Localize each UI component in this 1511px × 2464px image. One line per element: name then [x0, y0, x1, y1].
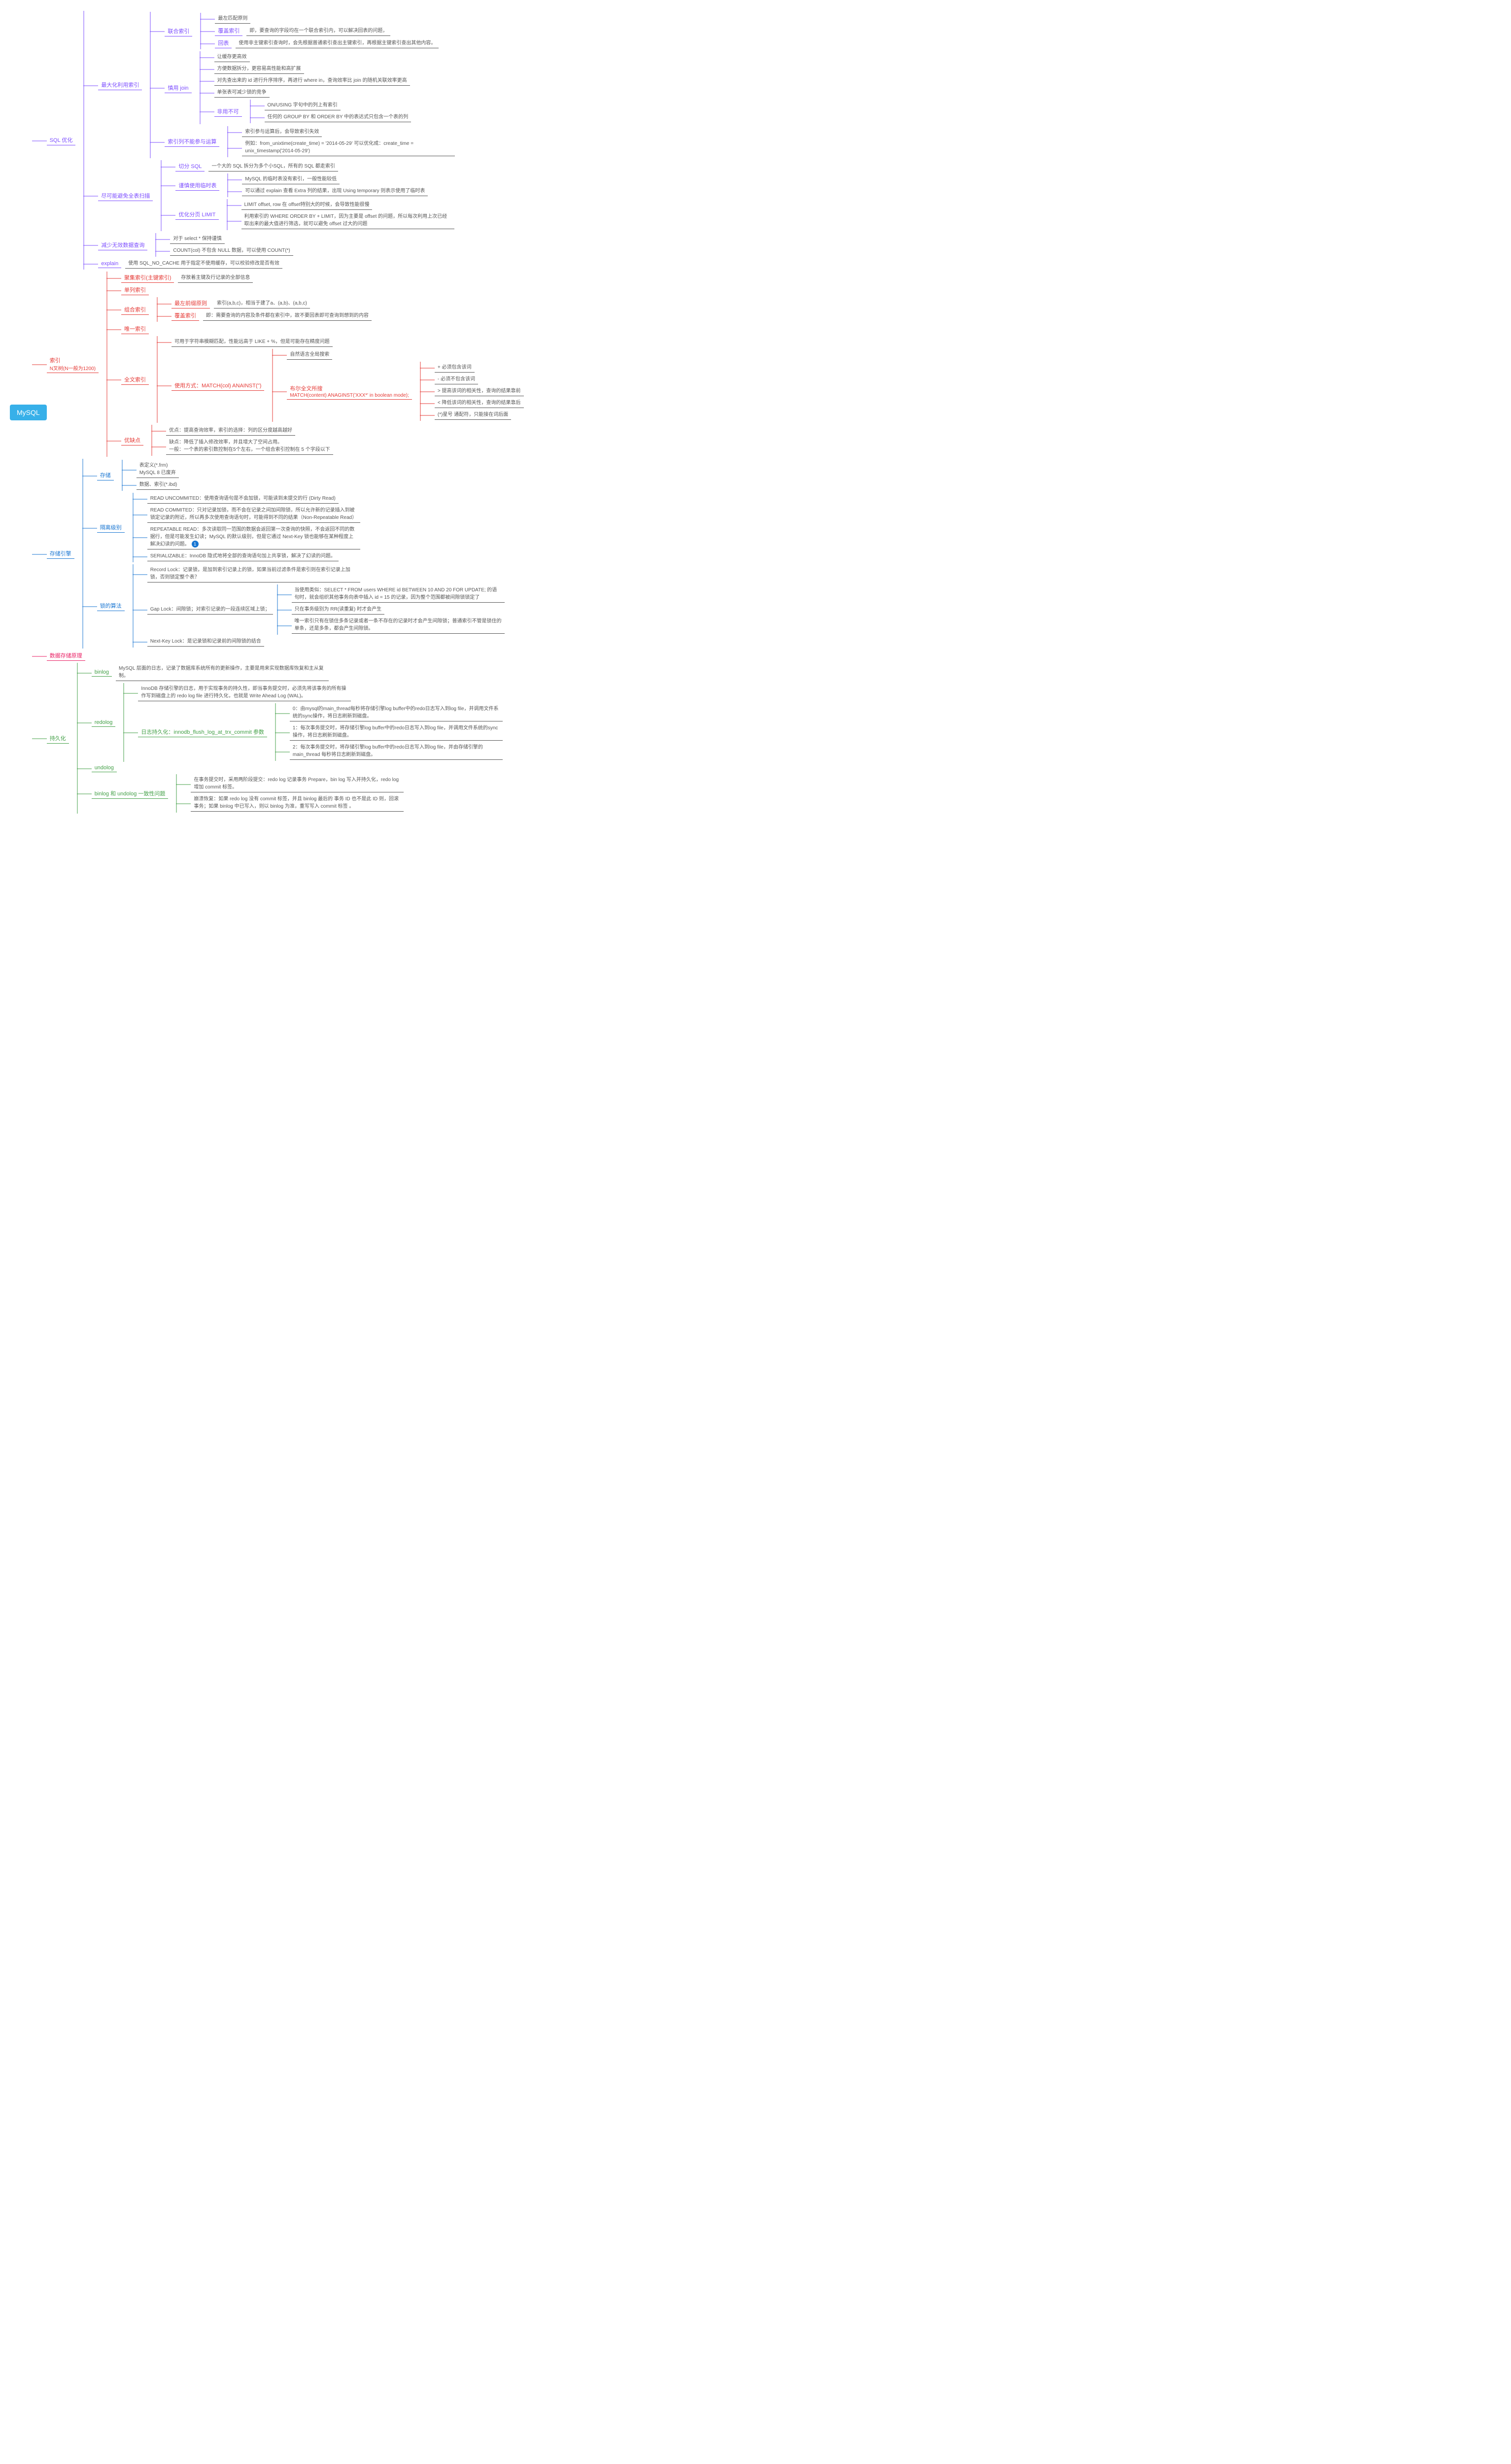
union-index-node[interactable]: 联合索引 [165, 26, 192, 36]
join-l4: 单张表可减少锁的竞争 [214, 88, 270, 98]
gap-l1: 当使用类似：SELECT * FROM users WHERE id BETWE… [292, 585, 505, 603]
data-storage-node[interactable]: 数据存储原理 [47, 650, 85, 661]
note-badge-icon[interactable]: 1 [192, 541, 199, 548]
redolog-node[interactable]: redolog [92, 719, 116, 727]
must-l1: ON/USING 字句中的列上有索引 [265, 101, 341, 110]
temp-table-node[interactable]: 谨慎使用临时表 [175, 180, 219, 191]
iso-rr: REPEATABLE READ：多次读取同一范围的数据会返回第一次查询的快照，不… [147, 525, 360, 549]
durability-branch: 持久化 binlog MySQL 层面的日志，记录了数据库系统所有的更新操作，主要… [47, 663, 524, 814]
lock-rec: Record Lock：记录锁，是加到索引记录上的锁，如果当前过滤条件是索引则在… [147, 565, 360, 582]
root-children: SQL 优化 最大化利用索引 联合索引 最左匹配原则 覆盖索引即，要查询的字段均… [47, 10, 524, 815]
explain-desc: 使用 SQL_NO_CACHE 用于指定不使用缓存，可以校验修改是否有效 [125, 259, 282, 269]
mindmap-root-container: MySQL SQL 优化 最大化利用索引 联合索引 最左匹配原则 [10, 10, 1501, 815]
clustered-index-node[interactable]: 聚集索引(主键索引) [121, 273, 174, 283]
ft-l1: 可用于字符串模糊匹配，性能远高于 LIKE + %，但是可能存在精度问题 [172, 337, 333, 347]
pros-l2: 缺点：降低了插入修改效率，并且增大了空间占用。一般：一个表的索引数控制在5个左右… [166, 438, 333, 455]
index-branch: 索引N叉树(N一般为1200) 聚集索引(主键索引) 存放着主键及行记录的全部信息… [47, 272, 524, 457]
root-node[interactable]: MySQL [10, 405, 47, 420]
gap-lock-node[interactable]: Gap Lock：间隙锁；对索引记录的一段连续区域上锁； [147, 605, 273, 615]
store-l1: 表定义(*.frm)MySQL 8 已废弃 [137, 461, 179, 478]
careful-join-node[interactable]: 慎用 join [165, 83, 191, 93]
max-index-node[interactable]: 最大化利用索引 [98, 80, 142, 90]
iso-se: SERIALIZABLE：InnoDB 隐式地将全部的查询语句加上共享锁，解决了… [147, 551, 339, 561]
split-sql-node[interactable]: 切分 SQL [175, 161, 205, 171]
reduce-l2: COUNT(col) 不包含 NULL 数据，可以使用 COUNT(*) [170, 246, 293, 256]
explain-node[interactable]: explain [98, 260, 121, 268]
ft-bool-node[interactable]: 布尔全文所搜MATCH(content) ANAGINST('XXX*' in … [287, 383, 412, 400]
ft-op-3: < 降低该词的相关性，查询的结果靠后 [435, 398, 524, 408]
join-l3: 对先查出来的 id 进行升序排序，再进行 where in，查询效率比 join… [214, 76, 410, 86]
leftprefix-desc: 索引(a,b,c)，相当于建了a、(a,b)、(a,b,c) [214, 299, 310, 308]
flush-1: 1：每次事务提交时，将存储引擎log buffer中的redo日志写入到log … [290, 723, 503, 741]
leftprefix-node[interactable]: 最左前缀原则 [172, 298, 210, 308]
storage-node[interactable]: 存储 [97, 470, 114, 480]
gap-l3: 唯一索引只有在锁住多条记录或者一条不存在的记录时才会产生间隙锁；普通索引不管是锁… [292, 616, 505, 634]
cons-l2: 崩溃恢复：如果 redo log 没有 commit 标签，并且 binlog … [191, 794, 404, 812]
ft-natural: 自然语言全局搜索 [287, 350, 332, 360]
cover-idx-desc: 即：需要查询的内容及条件都在索引中，故不要回表即可查询到想到的内容 [203, 311, 372, 321]
iso-rc: READ COMMITED：只对记录加锁，而不会在记录之间加间隙锁，所以允许新的… [147, 506, 360, 523]
unique-index-node[interactable]: 唯一索引 [121, 324, 149, 334]
consistency-node[interactable]: binlog 和 undolog 一致性问题 [92, 788, 169, 799]
reduce-query-node[interactable]: 减少无效数据查询 [98, 240, 147, 250]
tmp-l1: MySQL 的临时表没有索引，一般性能较低 [242, 174, 340, 184]
leftmost-leaf: 最左匹配原则 [215, 14, 250, 24]
join-l2: 方便数据拆分，更容易高性能和高扩展 [214, 64, 304, 74]
limit-opt-node[interactable]: 优化分页 LIMIT [175, 209, 218, 220]
limit-l1: LIMIT offset, row 在 offset特别大的时候，会导致性能很慢 [241, 200, 373, 210]
storage-engine-branch: 存储引擎 存储 表定义(*.frm)MySQL 8 已废弃 数据、索引(*.ib… [47, 459, 524, 649]
undolog-node[interactable]: undolog [92, 764, 117, 772]
sql-optimize-node[interactable]: SQL 优化 [47, 135, 76, 145]
no-calc-node[interactable]: 索引列不能参与运算 [165, 137, 219, 147]
cons-l1: 在事务提交时，采用两阶段提交：redo log 记录事务 Prepare，bin… [191, 775, 404, 792]
cover-idx-node[interactable]: 覆盖索引 [172, 310, 199, 321]
ft-op-1: - 必须不包含该词 [435, 375, 478, 384]
gap-l2: 只在事务级别为 RR(读重复) 时才会产生 [292, 605, 385, 615]
iso-ru: READ UNCOMMITED：使用查询语句是不会加锁，可能读到未提交的行 (D… [147, 494, 339, 504]
ft-op-0: + 必须包含该词 [435, 363, 475, 373]
storage-engine-node[interactable]: 存储引擎 [47, 548, 74, 559]
reduce-l1: 对于 select * 保持谨慎 [170, 234, 224, 244]
store-l3: 数据、索引(*.ibd) [137, 480, 180, 490]
sql-optimize-branch: SQL 优化 最大化利用索引 联合索引 最左匹配原则 覆盖索引即，要查询的字段均… [47, 11, 524, 270]
ft-op-2: > 提高该词的相关性，查询的结果靠前 [435, 386, 524, 396]
single-index-node[interactable]: 单列索引 [121, 285, 149, 295]
pros-l1: 优点：提高查询效率，索引的选择：列的区分度越高越好 [166, 426, 295, 436]
nocalc-l2: 例如：from_unixtime(create_time) = '2014-05… [242, 139, 455, 156]
flush-param-node[interactable]: 日志持久化：innodb_flush_log_at_trx_commit 参数 [138, 727, 267, 737]
split-desc: 一个大的 SQL 拆分为多个小SQL，所有的 SQL 都走索引 [208, 162, 338, 171]
durability-node[interactable]: 持久化 [47, 733, 69, 744]
binlog-node[interactable]: binlog [92, 668, 112, 677]
index-node[interactable]: 索引N叉树(N一般为1200) [47, 355, 99, 373]
must-l2: 任何的 GROUP BY 和 ORDER BY 中的表达式只包含一个表的列 [265, 112, 412, 122]
limit-l2: 利用索引的 WHERE ORDER BY + LIMIT，因为主要是 offse… [241, 212, 454, 229]
must-use-node[interactable]: 非用不可 [214, 106, 242, 117]
combo-index-node[interactable]: 组合索引 [121, 305, 149, 315]
lock-algo-node[interactable]: 锁的算法 [97, 601, 125, 611]
data-storage-branch: 数据存储原理 [47, 650, 524, 661]
ft-op-4: (*)星号 通配符，只能接在词后面 [435, 410, 511, 420]
avoid-fullscan-node[interactable]: 尽可能避免全表扫描 [98, 191, 153, 201]
nocalc-l1: 索引参与运算后，会导致索引失效 [242, 127, 322, 137]
redo-desc: InnoDB 存储引擎的日志，用于实现事务的持久性，即当事务提交时，必须先将该事… [138, 684, 351, 701]
ft-usage-node[interactable]: 使用方式：MATCH(col) ANAINST('') [172, 380, 264, 391]
lock-next: Next-Key Lock：是记录锁和记录前的间隙锁的结合 [147, 637, 264, 647]
binlog-desc: MySQL 层面的日志，记录了数据库系统所有的更新操作，主要是用来实现数据库恢复… [116, 664, 329, 681]
join-l1: 让缓存更高效 [214, 52, 250, 62]
back-desc-leaf: 使用非主键索引查询时，会先根据普通索引查出主键索引，再根据主键索引查出其他内容。 [236, 38, 439, 48]
flush-2: 2：每次事务提交时，将存储引擎log buffer中的redo日志写入到log … [290, 743, 503, 760]
cluster-desc: 存放着主键及行记录的全部信息 [178, 273, 253, 283]
pros-cons-node[interactable]: 优缺点 [121, 435, 143, 445]
tmp-l2: 可以通过 explain 查看 Extra 列的结果，出现 Using temp… [242, 186, 428, 196]
fulltext-index-node[interactable]: 全文索引 [121, 375, 149, 385]
flush-0: 0：由mysql的main_thread每秒将存储引擎log buffer中的r… [290, 704, 503, 721]
back-table-node[interactable]: 回表 [215, 38, 232, 48]
cover-desc-leaf: 即，要查询的字段均在一个联合索引内，可以解决回表的问题， [246, 26, 390, 36]
cover-index-node[interactable]: 覆盖索引 [215, 26, 242, 36]
isolation-node[interactable]: 隔离级别 [97, 522, 125, 533]
